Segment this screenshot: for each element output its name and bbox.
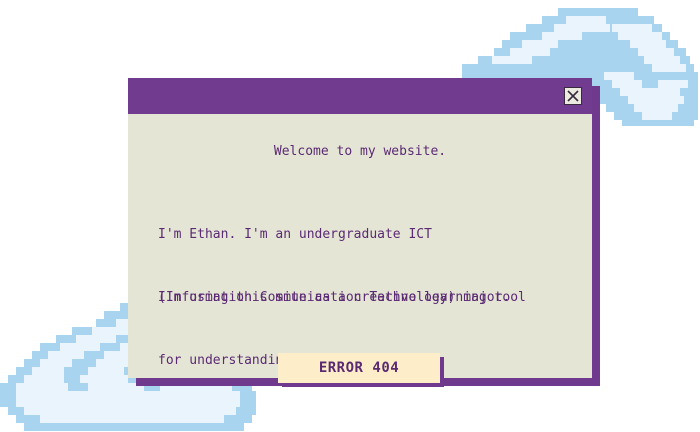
close-button[interactable] <box>564 87 582 105</box>
close-x-icon <box>567 90 579 102</box>
error-button-wrap: ERROR 404 <box>278 353 444 387</box>
purpose-paragraph: I'm using this site as a creative learni… <box>158 245 526 413</box>
intro-line-1: I'm Ethan. I'm an undergraduate ICT <box>158 227 432 242</box>
welcome-dialog: Welcome to my website. I'm Ethan. I'm an… <box>128 78 592 383</box>
purpose-line-1: I'm using this site as a creative learni… <box>158 290 526 305</box>
page: Welcome to my website. I'm Ethan. I'm an… <box>0 0 700 432</box>
error-404-button[interactable]: ERROR 404 <box>278 353 440 383</box>
title-bar[interactable] <box>128 78 592 114</box>
welcome-heading: Welcome to my website. <box>273 144 447 159</box>
